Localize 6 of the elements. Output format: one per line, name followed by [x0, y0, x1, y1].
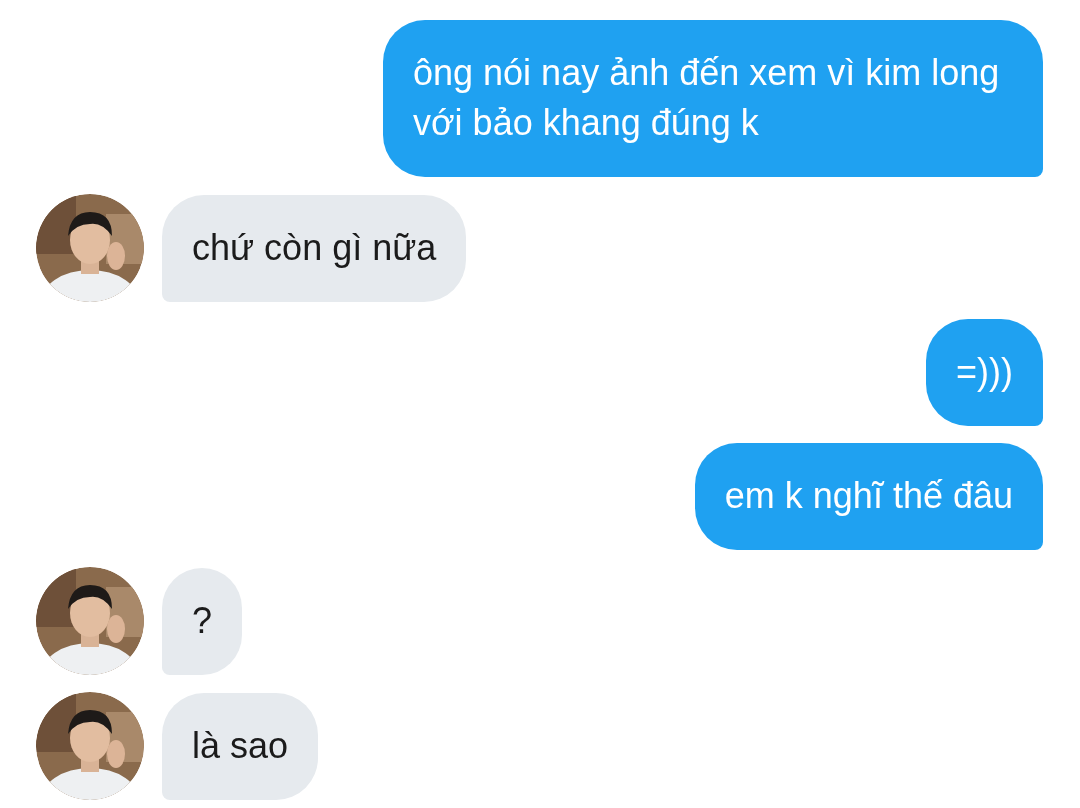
received-message: ?	[162, 567, 243, 675]
sent-message: =)))	[926, 319, 1043, 426]
received-message: chứ còn gì nữa	[162, 194, 467, 302]
sent-message: ông nói nay ảnh đến xem vì kim long với bảo khang đúng k	[383, 20, 1043, 177]
sent-message: em k nghĩ thế đâu	[694, 443, 1043, 550]
received-message: là sao	[162, 692, 319, 800]
